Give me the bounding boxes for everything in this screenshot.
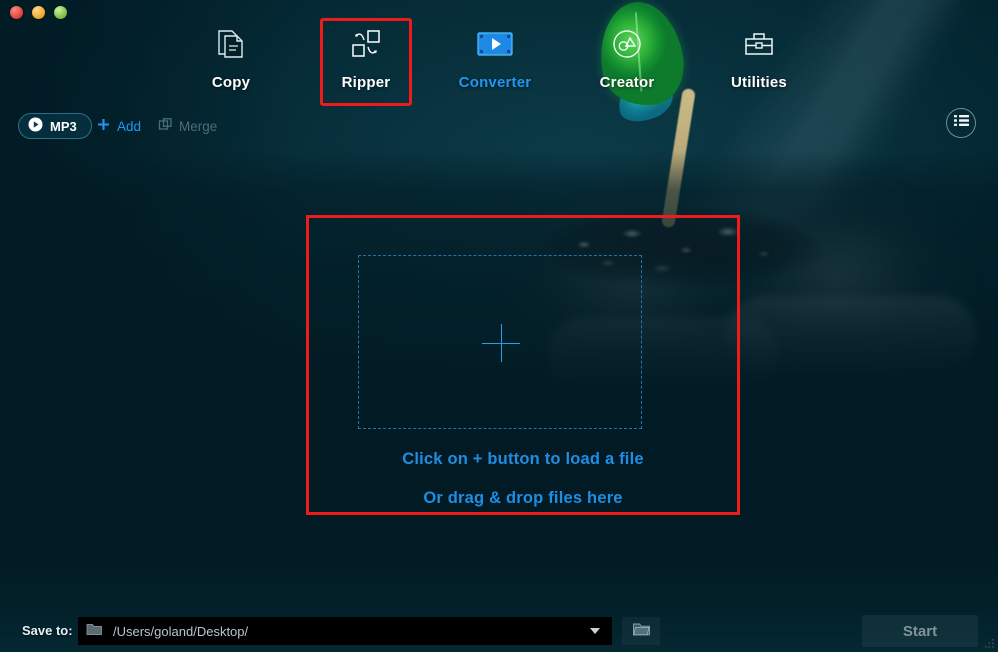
nav-item-utilities[interactable]: Utilities: [713, 22, 805, 91]
file-drop-area[interactable]: Click on + button to load a file Or drag…: [306, 215, 740, 515]
format-chip-label: MP3: [50, 118, 77, 134]
format-chip-mp3[interactable]: MP3: [18, 113, 92, 139]
nav-label-copy: Copy: [211, 74, 251, 91]
add-label: Add: [117, 118, 142, 134]
nav-label-creator: Creator: [599, 74, 655, 91]
main-nav: Copy Ripper Converter Creator Utilities: [0, 0, 998, 106]
merge-icon: [158, 117, 173, 135]
list-icon: [953, 113, 970, 133]
rip-convert-icon: [349, 22, 383, 66]
nav-item-converter[interactable]: Converter: [449, 22, 541, 91]
window-controls: [10, 6, 67, 19]
nav-item-copy[interactable]: Copy: [185, 22, 277, 91]
add-file-box[interactable]: [358, 255, 642, 429]
creator-circle-icon: [610, 22, 644, 66]
save-to-label: Save to:: [22, 623, 73, 638]
folder-open-icon: [632, 621, 651, 642]
plus-icon: [96, 117, 111, 135]
app-window: Copy Ripper Converter Creator Utilities …: [0, 0, 998, 652]
bottom-bar: Save to: /Users/goland/Desktop/ Start: [0, 600, 998, 652]
merge-label: Merge: [179, 118, 218, 134]
start-button[interactable]: Start: [862, 615, 978, 647]
nav-item-ripper[interactable]: Ripper: [320, 22, 412, 91]
chevron-down-icon[interactable]: [590, 628, 600, 634]
resize-grip[interactable]: [983, 637, 995, 649]
minimize-button[interactable]: [32, 6, 45, 19]
film-play-icon: [476, 22, 514, 66]
nav-label-ripper: Ripper: [341, 74, 391, 91]
zoom-button[interactable]: [54, 6, 67, 19]
play-circle-icon: [28, 117, 43, 135]
dropzone-line1: Click on + button to load a file: [402, 450, 644, 468]
dropzone-line2: Or drag & drop files here: [423, 489, 623, 507]
close-button[interactable]: [10, 6, 23, 19]
start-label: Start: [902, 622, 938, 640]
sub-toolbar: MP3 Add Merge: [0, 106, 998, 148]
browse-folder-button[interactable]: [622, 617, 660, 645]
save-path-field[interactable]: /Users/goland/Desktop/: [78, 617, 612, 645]
add-button[interactable]: Add: [96, 113, 141, 139]
save-path-value: /Users/goland/Desktop/: [113, 623, 249, 639]
toolbox-icon: [742, 22, 776, 66]
documents-copy-icon: [215, 22, 247, 66]
folder-icon: [86, 622, 103, 641]
nav-item-creator[interactable]: Creator: [581, 22, 673, 91]
list-view-button[interactable]: [946, 108, 976, 138]
nav-label-converter: Converter: [458, 74, 532, 91]
nav-label-utilities: Utilities: [731, 74, 787, 91]
merge-button[interactable]: Merge: [158, 113, 217, 139]
